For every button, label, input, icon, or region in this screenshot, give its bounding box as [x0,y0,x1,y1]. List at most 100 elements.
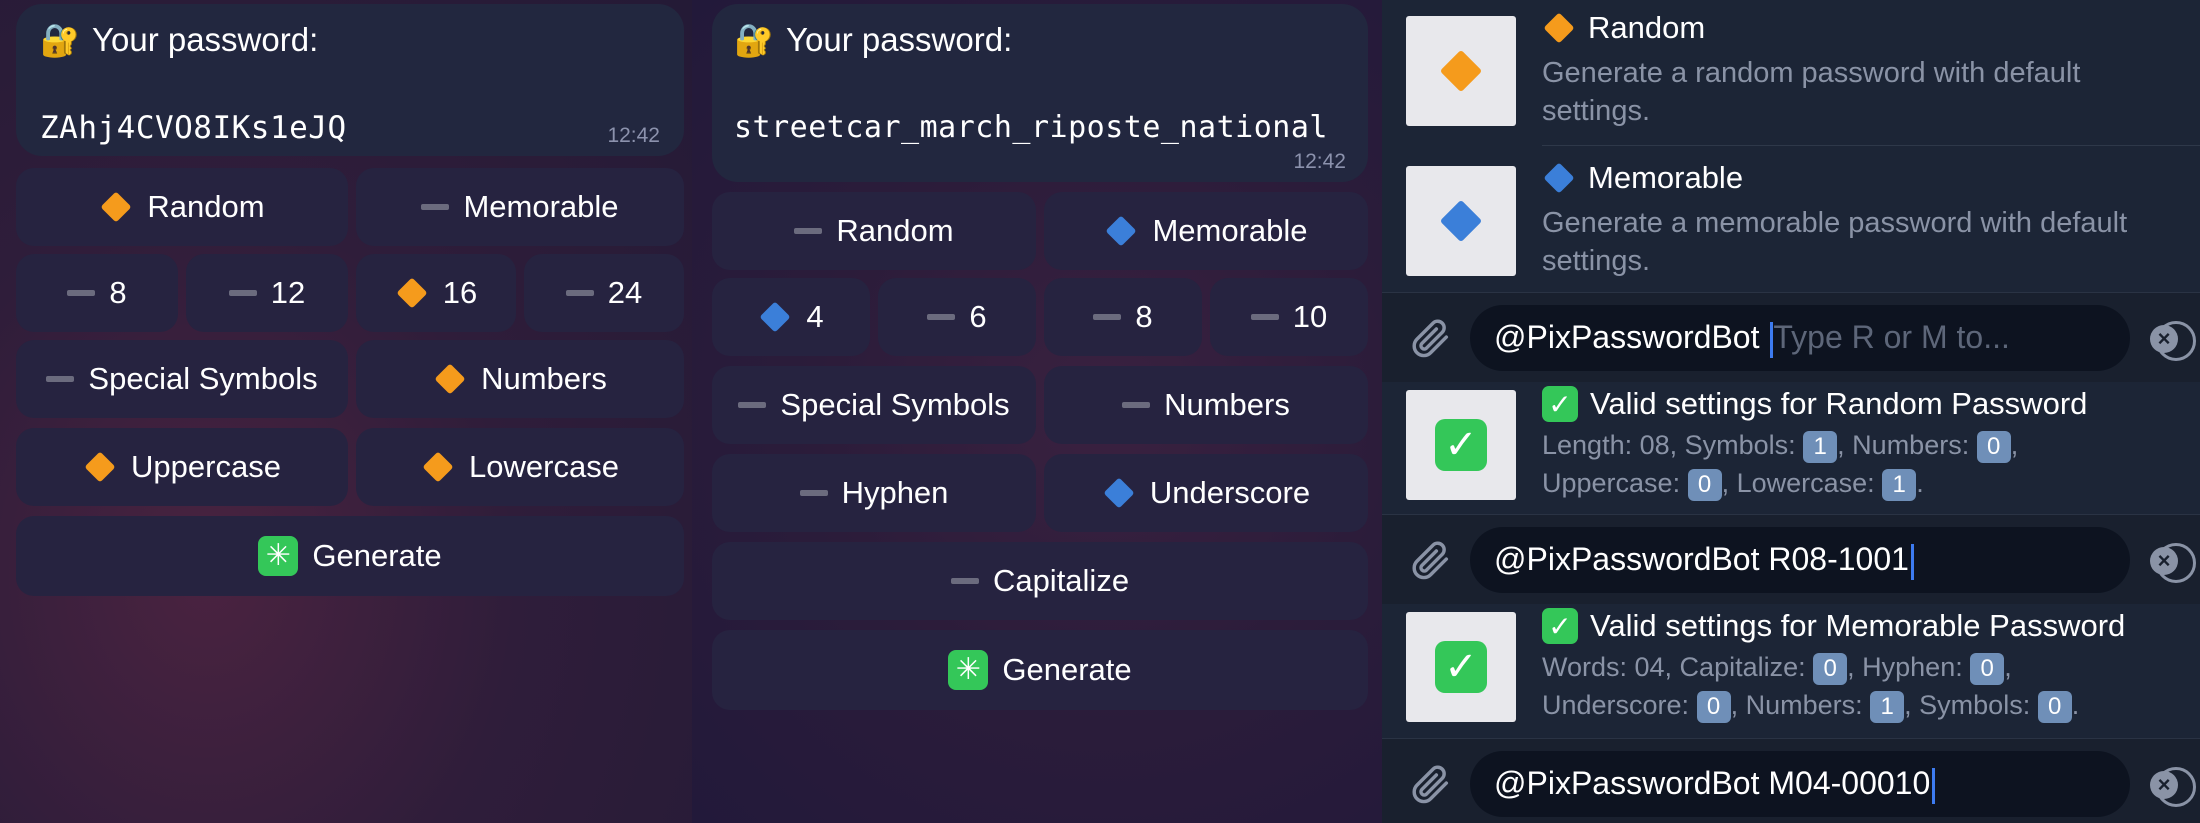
keycap-icon: 0 [1813,652,1848,685]
result-thumbnail: ✓ [1406,612,1516,722]
hyphen-button[interactable]: Hyphen [712,454,1036,532]
input-text: @PixPasswordBot R08-1001 [1494,541,1909,577]
keycap-icon: 1 [1803,430,1838,463]
password-message: 🔐 Your password: ZAhj4CVO8IKs1eJQ 12:42 [16,4,684,156]
keycap-icon: 0 [1696,690,1731,723]
sparkle-icon: ✳ [948,650,989,690]
dash-icon [738,402,767,408]
result-title: Valid settings for Memorable Password [1590,608,2126,643]
blue-diamond-icon [759,301,791,333]
message-time: 12:42 [607,124,660,147]
random-password-chat: 🔐 Your password: ZAhj4CVO8IKs1eJQ 12:42 … [0,0,692,823]
result-thumbnail [1406,16,1516,126]
generate-button[interactable]: ✳ Generate [16,516,684,596]
underscore-button[interactable]: Underscore [1044,454,1368,532]
check-icon: ✓ [1435,641,1487,693]
message-input[interactable]: @PixPasswordBot Type R or M to... [1470,305,2196,371]
password-text: ZAhj4CVO8IKs1eJQ [40,110,347,146]
message-input-bar: @PixPasswordBot M04-00010 × [1382,738,2200,823]
input-placeholder: Type R or M to... [1773,319,2010,355]
length-12-button[interactable]: 12 [186,254,348,332]
capitalize-button[interactable]: Capitalize [712,542,1368,620]
memorable-password-chat: 🔐 Your password: streetcar_march_riposte… [692,0,1382,823]
check-icon: ✓ [1435,419,1487,471]
result-description: Generate a memorable password with defau… [1542,207,2128,277]
memorable-button[interactable]: Memorable [356,168,684,246]
input-text: @PixPasswordBot M04-00010 [1494,765,1931,801]
keycap-icon: 0 [1976,430,2011,463]
words-4-button[interactable]: 4 [712,278,870,356]
dash-icon [67,290,96,296]
keycap-icon: 0 [1970,652,2005,685]
message-input-bar: @PixPasswordBot Type R or M to... × [1382,292,2200,382]
keycap-icon: 1 [1882,468,1917,501]
numbers-button[interactable]: Numbers [356,340,684,418]
length-24-button[interactable]: 24 [524,254,684,332]
inline-query-panel: Random Generate a random password with d… [1382,0,2200,823]
dash-icon [1122,402,1151,408]
orange-diamond-icon [434,363,466,395]
lock-icon: 🔐 [40,22,80,58]
blue-diamond-icon [1105,215,1138,247]
keycap-icon: 0 [1687,468,1722,501]
inline-result-valid-memorable[interactable]: ✓ ✓ Valid settings for Memorable Passwor… [1382,604,2200,734]
numbers-button[interactable]: Numbers [1044,366,1368,444]
words-6-button[interactable]: 6 [878,278,1036,356]
random-button[interactable]: Random [16,168,348,246]
clear-icon[interactable]: × [2150,547,2178,575]
lowercase-button[interactable]: Lowercase [356,428,684,506]
message-title: Your password: [786,21,1013,58]
message-input[interactable]: @PixPasswordBot R08-1001 [1470,527,2196,593]
blue-diamond-icon [1439,199,1483,243]
dash-icon [927,314,956,320]
password-message: 🔐 Your password: streetcar_march_riposte… [712,4,1368,182]
length-16-button[interactable]: 16 [356,254,516,332]
random-button[interactable]: Random [712,192,1036,270]
inline-result-memorable[interactable]: Memorable Generate a memorable password … [1382,146,2200,292]
message-input-bar: @PixPasswordBot R08-1001 × [1382,514,2200,604]
check-icon: ✓ [1542,608,1578,644]
keycap-icon: 1 [1870,690,1905,723]
orange-diamond-icon [100,191,132,223]
words-10-button[interactable]: 10 [1210,278,1368,356]
memorable-button[interactable]: Memorable [1044,192,1368,270]
inline-result-random[interactable]: Random Generate a random password with d… [1382,0,2200,146]
dash-icon [799,490,828,496]
special-symbols-button[interactable]: Special Symbols [712,366,1036,444]
uppercase-button[interactable]: Uppercase [16,428,348,506]
blue-diamond-icon [1103,477,1135,509]
dash-icon [228,290,257,296]
message-input[interactable]: @PixPasswordBot M04-00010 [1470,751,2196,817]
dash-icon [565,290,594,296]
paperclip-icon[interactable] [1408,761,1454,807]
result-title: Memorable [1588,160,1744,195]
inline-result-valid-random[interactable]: ✓ ✓ Valid settings for Random Password L… [1382,382,2200,516]
text-caret [1932,767,1936,804]
words-8-button[interactable]: 8 [1044,278,1202,356]
message-time: 12:42 [1293,150,1346,173]
input-text: @PixPasswordBot [1494,319,1760,355]
result-description: Generate a random password with default … [1542,57,2081,127]
orange-diamond-icon [1439,49,1483,93]
orange-diamond-icon [1543,12,1575,44]
orange-diamond-icon [422,451,454,483]
orange-diamond-icon [396,277,428,309]
special-symbols-button[interactable]: Special Symbols [16,340,348,418]
result-description: Length: 08, Symbols: 1, Numbers: 0, Uppe… [1542,426,2182,502]
sparkle-icon: ✳ [258,536,299,576]
paperclip-icon[interactable] [1408,315,1454,361]
length-8-button[interactable]: 8 [16,254,178,332]
check-icon: ✓ [1542,386,1578,422]
clear-icon[interactable]: × [2150,771,2178,799]
clear-icon[interactable]: × [2150,325,2178,353]
blue-diamond-icon [1543,162,1575,194]
password-text: streetcar_march_riposte_national [734,110,1328,145]
generate-button[interactable]: ✳ Generate [712,630,1368,710]
dash-icon [794,228,823,234]
lock-icon: 🔐 [734,22,774,58]
dash-icon [421,204,450,210]
orange-diamond-icon [84,451,116,483]
paperclip-icon[interactable] [1408,537,1454,583]
result-thumbnail: ✓ [1406,390,1516,500]
result-thumbnail [1406,166,1516,276]
